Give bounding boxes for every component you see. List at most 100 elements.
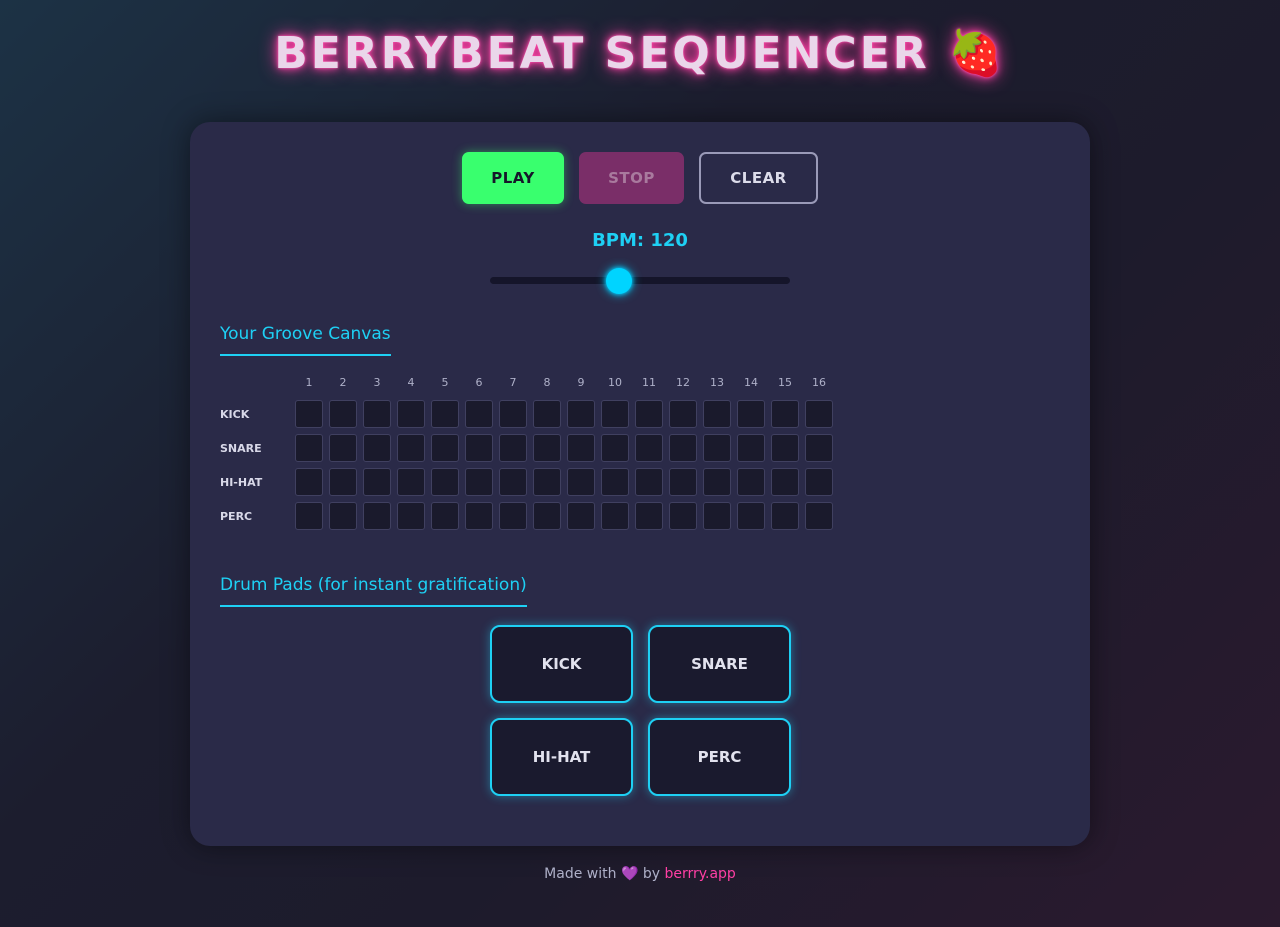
step-cell[interactable] xyxy=(567,468,595,496)
sequencer-panel: PLAY STOP CLEAR BPM: 120 Your Groove Can… xyxy=(190,122,1090,846)
step-cell[interactable] xyxy=(329,468,357,496)
step-cell[interactable] xyxy=(737,468,765,496)
step-cell[interactable] xyxy=(533,502,561,530)
step-cell[interactable] xyxy=(703,400,731,428)
step-cell[interactable] xyxy=(669,468,697,496)
step-cell[interactable] xyxy=(703,434,731,462)
step-cell[interactable] xyxy=(431,434,459,462)
pad-kick[interactable]: KICK xyxy=(490,625,633,703)
step-cell[interactable] xyxy=(465,400,493,428)
pad-hi-hat[interactable]: HI-HAT xyxy=(490,718,633,796)
step-cell[interactable] xyxy=(635,400,663,428)
step-cell[interactable] xyxy=(771,502,799,530)
step-cell[interactable] xyxy=(431,400,459,428)
footer: Made with 💜 by berrry.app xyxy=(0,866,1280,882)
step-cell[interactable] xyxy=(397,502,425,530)
step-cell[interactable] xyxy=(397,400,425,428)
step-cell[interactable] xyxy=(737,502,765,530)
step-cell[interactable] xyxy=(601,434,629,462)
pad-perc[interactable]: PERC xyxy=(648,718,791,796)
step-number: 11 xyxy=(642,376,656,389)
step-cell[interactable] xyxy=(601,468,629,496)
step-cell[interactable] xyxy=(295,434,323,462)
step-cell[interactable] xyxy=(499,502,527,530)
step-cell[interactable] xyxy=(669,502,697,530)
step-cell[interactable] xyxy=(567,502,595,530)
step-cell[interactable] xyxy=(295,502,323,530)
step-cell[interactable] xyxy=(499,468,527,496)
step-cell[interactable] xyxy=(805,468,833,496)
berrry-app-link[interactable]: berrry.app xyxy=(664,866,735,882)
step-cell[interactable] xyxy=(771,400,799,428)
step-number: 15 xyxy=(778,376,792,389)
step-cell[interactable] xyxy=(329,400,357,428)
step-cell[interactable] xyxy=(363,468,391,496)
step-cell[interactable] xyxy=(635,434,663,462)
footer-by: by xyxy=(642,866,660,882)
step-cell[interactable] xyxy=(567,400,595,428)
step-number: 5 xyxy=(441,376,449,389)
step-cell[interactable] xyxy=(669,434,697,462)
step-number: 13 xyxy=(710,376,724,389)
step-cell[interactable] xyxy=(431,502,459,530)
step-cell[interactable] xyxy=(601,400,629,428)
step-cell[interactable] xyxy=(771,434,799,462)
step-number: 10 xyxy=(608,376,622,389)
step-number: 1 xyxy=(305,376,313,389)
pad-snare[interactable]: SNARE xyxy=(648,625,791,703)
step-cell[interactable] xyxy=(533,434,561,462)
step-cell[interactable] xyxy=(601,502,629,530)
step-cell[interactable] xyxy=(431,468,459,496)
sequencer-grid: KICK SNARE HI-HAT PERC xyxy=(220,397,839,533)
step-number-row: 1 2 3 4 5 6 7 8 9 10 11 12 13 14 15 16 xyxy=(295,376,839,389)
step-cell[interactable] xyxy=(465,468,493,496)
step-cell[interactable] xyxy=(533,400,561,428)
track-row-hi-hat: HI-HAT xyxy=(220,465,839,499)
step-number: 9 xyxy=(577,376,585,389)
step-cell[interactable] xyxy=(805,434,833,462)
bpm-label: BPM: 120 xyxy=(592,230,688,251)
step-cell[interactable] xyxy=(771,468,799,496)
step-number: 12 xyxy=(676,376,690,389)
step-cell[interactable] xyxy=(703,468,731,496)
heart-icon: 💜 xyxy=(620,866,639,882)
track-label: HI-HAT xyxy=(220,475,263,489)
step-cell[interactable] xyxy=(397,468,425,496)
clear-button[interactable]: CLEAR xyxy=(699,152,818,204)
step-cell[interactable] xyxy=(805,400,833,428)
step-number: 16 xyxy=(812,376,826,389)
step-number: 4 xyxy=(407,376,415,389)
step-cell[interactable] xyxy=(295,400,323,428)
step-cell[interactable] xyxy=(499,400,527,428)
step-cell[interactable] xyxy=(465,434,493,462)
step-number: 2 xyxy=(339,376,347,389)
step-cell[interactable] xyxy=(567,434,595,462)
bpm-slider-track[interactable] xyxy=(490,277,790,284)
step-cell[interactable] xyxy=(499,434,527,462)
step-cell[interactable] xyxy=(295,468,323,496)
step-cell[interactable] xyxy=(363,502,391,530)
step-cell[interactable] xyxy=(363,434,391,462)
step-cell[interactable] xyxy=(397,434,425,462)
step-cell[interactable] xyxy=(635,502,663,530)
stop-button[interactable]: STOP xyxy=(579,152,684,204)
step-cell[interactable] xyxy=(703,502,731,530)
step-cell[interactable] xyxy=(329,502,357,530)
step-cell[interactable] xyxy=(805,502,833,530)
bpm-slider-thumb[interactable] xyxy=(605,268,632,294)
track-label: SNARE xyxy=(220,441,262,455)
step-number: 3 xyxy=(373,376,381,389)
step-cell[interactable] xyxy=(669,400,697,428)
step-cell[interactable] xyxy=(635,468,663,496)
play-button[interactable]: PLAY xyxy=(462,152,564,204)
step-cell[interactable] xyxy=(465,502,493,530)
step-cell[interactable] xyxy=(737,400,765,428)
step-cell[interactable] xyxy=(329,434,357,462)
track-row-kick: KICK xyxy=(220,397,839,431)
step-cell[interactable] xyxy=(533,468,561,496)
step-number: 6 xyxy=(475,376,483,389)
step-cell[interactable] xyxy=(363,400,391,428)
step-number: 8 xyxy=(543,376,551,389)
sequencer-section-title: Your Groove Canvas xyxy=(220,324,391,356)
step-cell[interactable] xyxy=(737,434,765,462)
